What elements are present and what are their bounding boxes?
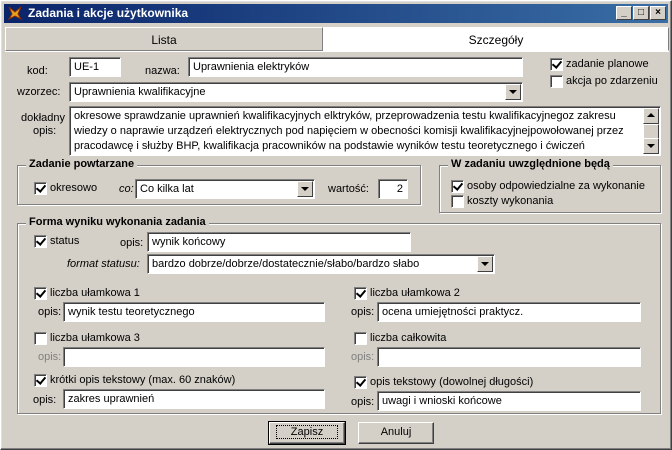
akcja-po-zdarzeniu-label: akcja po zdarzeniu [566, 75, 658, 87]
close-button[interactable]: × [650, 6, 666, 20]
opis-label-1: dokładny [21, 112, 66, 124]
wzorzec-label: wzorzec: [17, 86, 61, 98]
okresowo-checkbox[interactable] [34, 182, 47, 195]
opis-tekstowy-label: opis tekstowy (dowolnej długości) [370, 376, 534, 388]
zadanie-planowe-checkbox[interactable] [550, 58, 563, 71]
save-button-label: Zapisz [275, 425, 339, 439]
opis-scrollbar[interactable] [643, 108, 659, 154]
save-button[interactable]: Zapisz [268, 421, 346, 445]
co-dropdown-icon[interactable] [297, 181, 313, 197]
wzorzec-select[interactable]: Uprawnienia kwalifikacyjne [69, 82, 523, 102]
wzorzec-dropdown-icon[interactable] [505, 84, 521, 100]
opis-line: okresowe sprawdzanie uprawnień kwalifika… [74, 110, 616, 122]
okresowo-label: okresowo [50, 182, 98, 194]
osoby-label: osoby odpowiedzialne za wykonanie [467, 180, 645, 192]
ulamkowa3-opis-input[interactable] [63, 347, 325, 367]
wzorzec-value: Uprawnienia kwalifikacyjne [74, 86, 206, 98]
calkowita-opis-label: opis: [351, 351, 375, 363]
ulamkowa2-checkbox[interactable] [354, 287, 367, 300]
opis-tekstowy-checkbox[interactable] [354, 376, 367, 389]
maximize-button[interactable]: □ [633, 6, 649, 20]
koszty-label: koszty wykonania [467, 195, 554, 207]
app-logo-icon [7, 6, 23, 21]
zadanie-planowe-label: zadanie planowe [566, 58, 649, 70]
calkowita-label: liczba całkowita [370, 332, 447, 344]
opis-label-2: opis: [33, 125, 57, 137]
dialog-window: Zadania i akcje użytkownika _ □ × Lista … [0, 0, 672, 450]
krotki-opis-label: krótki opis tekstowy (max. 60 znaków) [50, 374, 236, 386]
co-label: co: [119, 183, 134, 195]
ulamkowa3-checkbox[interactable] [34, 332, 47, 345]
tab-lista[interactable]: Lista [5, 27, 323, 51]
cancel-button[interactable]: Anuluj [358, 422, 434, 444]
opis-tekstowy-input[interactable]: uwagi i wnioski końcowe [377, 391, 641, 411]
akcja-po-zdarzeniu-checkbox[interactable] [550, 75, 563, 88]
minimize-button[interactable]: _ [616, 6, 632, 20]
result-group-title: Forma wyniku wykonania zadania [26, 216, 209, 228]
status-checkbox[interactable] [34, 235, 47, 248]
ulamkowa2-label: liczba ułamkowa 2 [370, 287, 460, 299]
format-statusu-select[interactable]: bardzo dobrze/dobrze/dostatecznie/słabo/… [147, 254, 495, 274]
status-opis-label: opis: [120, 237, 144, 249]
calkowita-checkbox[interactable] [354, 332, 367, 345]
included-group-title: W zadaniu uwzględnione będą [448, 158, 613, 170]
kod-input[interactable]: UE-1 [69, 57, 121, 77]
nazwa-input[interactable]: Uprawnienia elektryków [188, 57, 523, 77]
scroll-down-icon[interactable] [643, 138, 659, 154]
opis-line: wiedzy o naprawie urządzeń elektrycznych… [74, 125, 624, 137]
osoby-checkbox[interactable] [451, 180, 464, 193]
ulamkowa1-label: liczba ułamkowa 1 [50, 287, 140, 299]
window-title: Zadania i akcje użytkownika [28, 6, 189, 20]
ulamkowa2-opis-input[interactable]: ocena umiejętności praktycz. [377, 302, 641, 322]
koszty-checkbox[interactable] [451, 195, 464, 208]
calkowita-opis-input[interactable] [377, 347, 641, 367]
co-select[interactable]: Co kilka lat [135, 179, 315, 199]
status-opis-input[interactable]: wynik końcowy [147, 232, 411, 252]
ulamkowa1-opis-label: opis: [38, 306, 62, 318]
ulamkowa3-label: liczba ułamkowa 3 [50, 332, 140, 344]
scroll-up-icon[interactable] [643, 108, 659, 124]
co-value: Co kilka lat [140, 183, 194, 195]
wartosc-label: wartość: [328, 183, 369, 195]
title-bar[interactable]: Zadania i akcje użytkownika _ □ × [4, 4, 668, 23]
status-label: status [50, 235, 80, 247]
format-statusu-label: format statusu: [67, 258, 140, 270]
kod-label: kod: [27, 65, 48, 77]
ulamkowa1-checkbox[interactable] [34, 287, 47, 300]
opis-textarea[interactable]: okresowe sprawdzanie uprawnień kwalifika… [69, 106, 661, 156]
ulamkowa3-opis-label: opis: [38, 351, 62, 363]
nazwa-label: nazwa: [145, 65, 180, 77]
opis-line: pracodawcę i służby BHP, kwalifikacja pr… [74, 140, 585, 152]
krotki-opis-input[interactable]: zakres uprawnień [63, 389, 325, 409]
krotki-opis-checkbox[interactable] [34, 374, 47, 387]
format-statusu-value: bardzo dobrze/dobrze/dostatecznie/słabo/… [152, 258, 420, 270]
ulamkowa2-opis-label: opis: [351, 306, 375, 318]
tab-szczegoly[interactable]: Szczegóły [323, 27, 669, 51]
wartosc-input[interactable]: 2 [378, 179, 408, 199]
ulamkowa1-opis-input[interactable]: wynik testu teoretycznego [63, 302, 325, 322]
repeat-group-title: Zadanie powtarzane [26, 158, 138, 170]
opis-tekstowy-opis-label: opis: [351, 396, 375, 408]
format-dropdown-icon[interactable] [477, 256, 493, 272]
krotki-opis-opis-label: opis: [33, 394, 57, 406]
details-panel: kod: UE-1 nazwa: Uprawnienia elektryków … [5, 51, 669, 446]
